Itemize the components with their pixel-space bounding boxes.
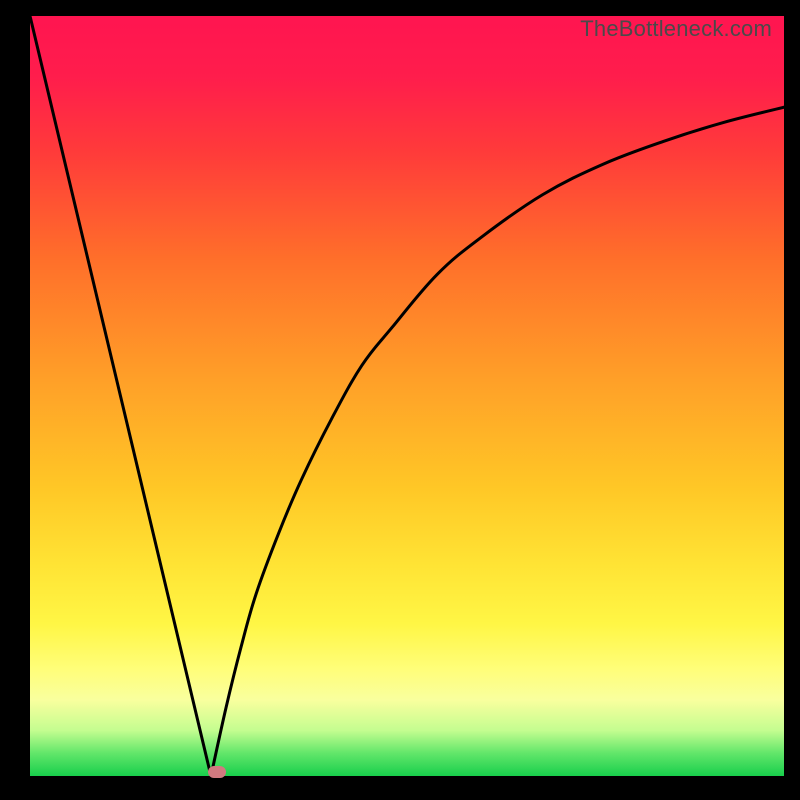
curve-right-branch xyxy=(211,107,784,776)
watermark-text: TheBottleneck.com xyxy=(580,16,772,42)
curve-left-branch xyxy=(30,16,211,776)
bottleneck-curve xyxy=(30,16,784,776)
chart-plot-area: TheBottleneck.com xyxy=(30,16,784,776)
optimum-marker xyxy=(208,766,226,778)
